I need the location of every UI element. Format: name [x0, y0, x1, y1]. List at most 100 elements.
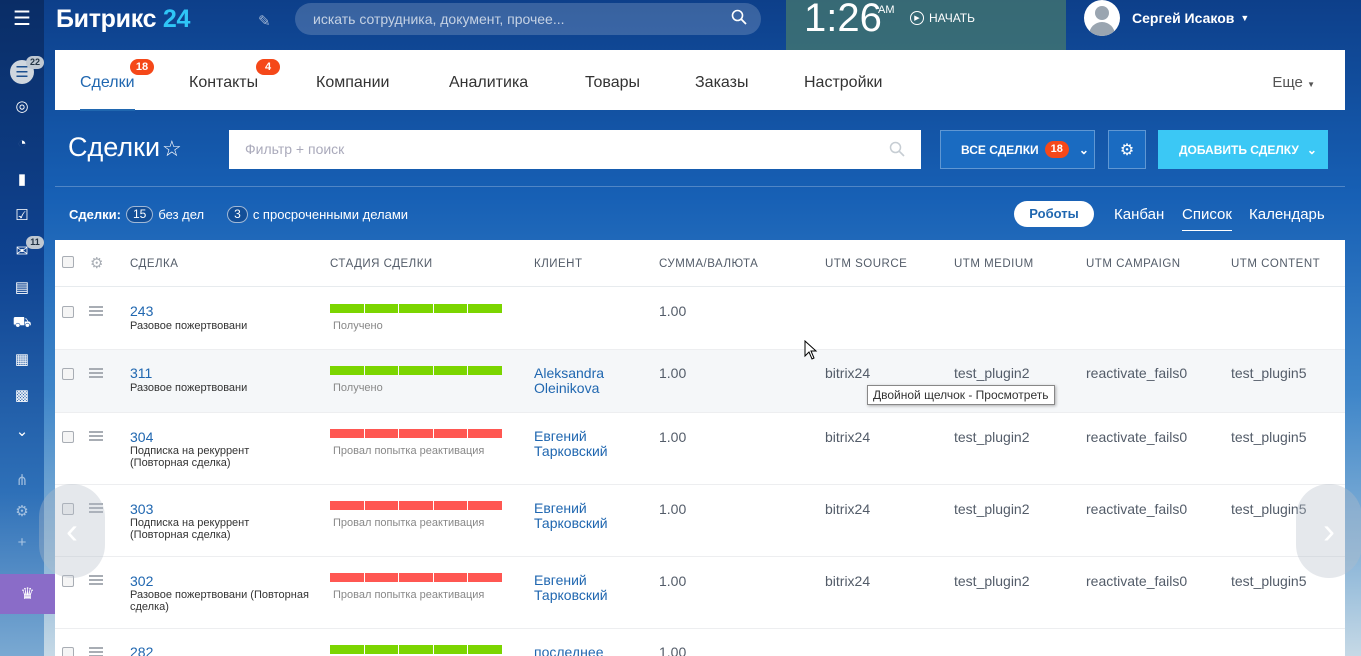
filter-search-input[interactable]: Фильтр + поиск [229, 130, 921, 169]
column-settings-gear-icon[interactable]: ⚙ [90, 254, 103, 272]
tab-companies[interactable]: Компании [316, 74, 390, 92]
tabs-more-button[interactable]: Еще ▼ [1272, 74, 1315, 91]
overdue-label[interactable]: с просроченными делами [253, 207, 408, 222]
add-deal-label: ДОБАВИТЬ СДЕЛКУ [1179, 142, 1299, 157]
row-checkbox[interactable] [62, 647, 74, 656]
view-kanban[interactable]: Канбан [1114, 206, 1164, 223]
tab-analytics[interactable]: Аналитика [449, 74, 528, 92]
deal-id-link[interactable]: 303 [130, 501, 153, 517]
more-chevron-icon[interactable]: ⌄ [10, 419, 34, 443]
stage-bar[interactable] [330, 645, 502, 654]
deal-id-link[interactable]: 282 [130, 644, 153, 656]
crown-icon[interactable]: ♛ [0, 574, 55, 614]
scroll-right-arrow-icon[interactable]: › [1296, 484, 1361, 578]
top-bar: Битрикс 24 ✎ искать сотрудника, документ… [44, 0, 1361, 50]
add-icon[interactable]: + [10, 530, 34, 554]
crm-icon[interactable]: ◔ [10, 131, 34, 155]
table-row[interactable]: 302 Разовое пожертвовани (Повторная сдел… [55, 557, 1345, 629]
overdue-count[interactable]: 3 [227, 206, 248, 223]
stage-bar[interactable] [330, 366, 502, 375]
tasks-icon[interactable]: ☑ [10, 203, 34, 227]
scroll-left-arrow-icon[interactable]: ‹ [39, 484, 105, 578]
settings-gear-button[interactable]: ⚙ [1108, 130, 1146, 169]
search-icon[interactable] [889, 141, 905, 157]
client-link[interactable]: Евгений Тарковский [534, 573, 644, 603]
client-link[interactable]: Евгений Тарковский [534, 501, 644, 531]
col-stage[interactable]: СТАДИЯ СДЕЛКИ [330, 258, 433, 270]
favorite-star-icon[interactable]: ☆ [162, 136, 182, 162]
calendar-icon[interactable]: ▦ [10, 347, 34, 371]
user-menu[interactable]: Сергей Исаков ▼ [1084, 0, 1249, 36]
add-deal-button[interactable]: ДОБАВИТЬ СДЕЛКУ ⌄ [1158, 130, 1328, 169]
row-checkbox[interactable] [62, 306, 74, 318]
deals-table: ⚙ СДЕЛКА СТАДИЯ СДЕЛКИ КЛИЕНТ СУММА/ВАЛЮ… [55, 240, 1345, 656]
apps-icon[interactable]: ▩ [10, 383, 34, 407]
utm-source: bitrix24 [825, 573, 871, 589]
deal-id-link[interactable]: 311 [130, 365, 152, 381]
crm-tab-bar: Сделки 18 Контакты 4 Компании Аналитика … [55, 50, 1345, 111]
store-icon[interactable]: ▤ [10, 275, 34, 299]
utm-campaign: reactivate_fails0 [1086, 365, 1188, 381]
row-menu-icon[interactable] [89, 306, 103, 316]
chevron-down-icon: ▼ [1307, 80, 1315, 89]
table-row[interactable]: 311 Разовое пожертвовани Получено Aleksa… [55, 350, 1345, 413]
view-calendar[interactable]: Календарь [1249, 206, 1325, 223]
client-link[interactable]: Aleksandra Oleinikova [534, 366, 644, 396]
col-utm-medium[interactable]: UTM MEDIUM [954, 258, 1034, 270]
no-tasks-label[interactable]: без дел [158, 207, 204, 222]
robots-button[interactable]: Роботы [1014, 201, 1094, 227]
table-row[interactable]: 282 последнее 1.00 [55, 629, 1345, 656]
col-utm-campaign[interactable]: UTM CAMPAIGN [1086, 258, 1181, 270]
stage-bar[interactable] [330, 429, 502, 438]
stage-bar[interactable] [330, 304, 502, 313]
stage-bar[interactable] [330, 501, 502, 510]
settings-icon[interactable]: ⚙ [10, 499, 34, 523]
tab-deals[interactable]: Сделки 18 [80, 59, 154, 111]
table-header: ⚙ СДЕЛКА СТАДИЯ СДЕЛКИ КЛИЕНТ СУММА/ВАЛЮ… [55, 240, 1345, 287]
deal-id-link[interactable]: 243 [130, 303, 153, 319]
all-deals-button[interactable]: ВСЕ СДЕЛКИ 18 ⌄ [940, 130, 1095, 169]
row-menu-icon[interactable] [89, 647, 103, 656]
stage-bar[interactable] [330, 573, 502, 582]
table-row[interactable]: 303 Подписка на рекуррент (Повторная сде… [55, 485, 1345, 557]
col-deal[interactable]: СДЕЛКА [130, 258, 178, 270]
row-checkbox[interactable] [62, 368, 74, 380]
table-row[interactable]: 243 Разовое пожертвовани Получено 1.00 [55, 288, 1345, 350]
col-utm-content[interactable]: UTM CONTENT [1231, 258, 1320, 270]
col-utm-source[interactable]: UTM SOURCE [825, 258, 907, 270]
deal-id-link[interactable]: 302 [130, 573, 153, 589]
client-link[interactable]: Евгений Тарковский [534, 429, 644, 459]
filter-placeholder: Фильтр + поиск [245, 141, 345, 157]
play-icon: ▶ [910, 11, 924, 25]
global-search-input[interactable]: искать сотрудника, документ, прочее... [295, 3, 761, 35]
no-tasks-count[interactable]: 15 [125, 206, 154, 223]
target-icon[interactable]: ◎ [10, 94, 34, 118]
tab-contacts-label: Контакты [189, 74, 259, 91]
reports-icon[interactable]: ▮ [10, 167, 34, 191]
tab-contacts[interactable]: Контакты 4 [189, 59, 280, 92]
col-sum[interactable]: СУММА/ВАЛЮТА [659, 258, 758, 270]
cart-icon[interactable]: ⛟ [10, 311, 34, 335]
deal-sum: 1.00 [659, 429, 687, 445]
tab-products[interactable]: Товары [585, 74, 640, 92]
start-workday-button[interactable]: ▶ НАЧАТЬ [910, 11, 975, 25]
deal-id-link[interactable]: 304 [130, 429, 153, 445]
deal-title: Подписка на рекуррент (Повторная сделка) [130, 517, 250, 541]
row-checkbox[interactable] [62, 431, 74, 443]
select-all-checkbox[interactable] [62, 256, 74, 268]
all-deals-count: 18 [1044, 141, 1069, 158]
row-menu-icon[interactable] [89, 368, 103, 378]
row-menu-icon[interactable] [89, 431, 103, 441]
logo[interactable]: Битрикс 24 [56, 5, 190, 34]
tab-orders[interactable]: Заказы [695, 74, 748, 92]
hamburger-menu-icon[interactable]: ☰ [10, 6, 34, 30]
deal-sum: 1.00 [659, 303, 687, 319]
view-list[interactable]: Список [1182, 206, 1232, 231]
row-menu-icon[interactable] [89, 575, 103, 585]
table-row[interactable]: 304 Подписка на рекуррент (Повторная сде… [55, 413, 1345, 485]
col-client[interactable]: КЛИЕНТ [534, 258, 583, 270]
edit-pencil-icon[interactable]: ✎ [258, 12, 271, 30]
client-link[interactable]: последнее [534, 645, 644, 656]
tab-settings[interactable]: Настройки [804, 74, 882, 92]
structure-icon[interactable]: ⋔ [10, 468, 34, 492]
